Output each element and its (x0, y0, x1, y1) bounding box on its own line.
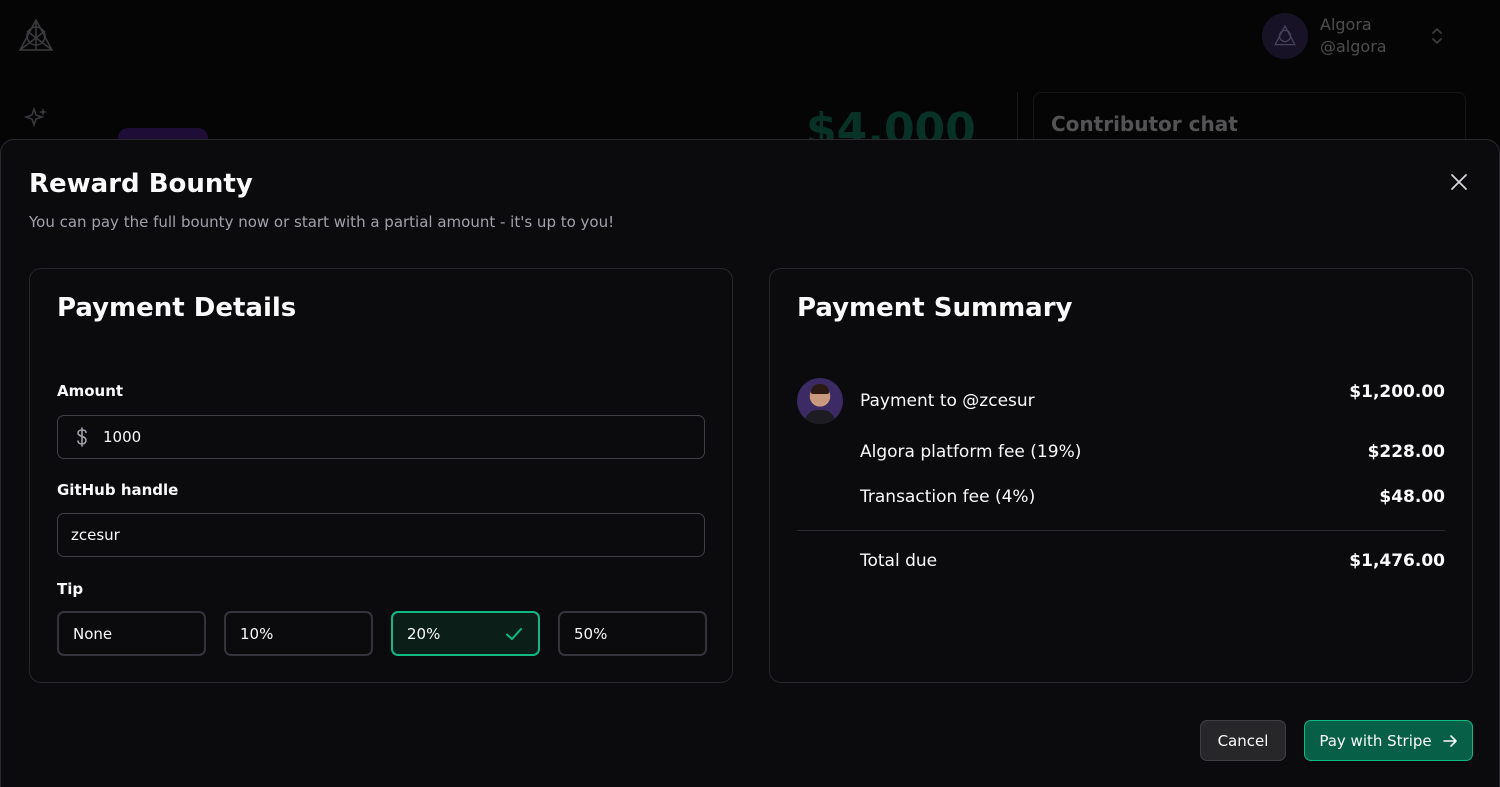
dollar-icon (77, 427, 87, 447)
close-icon (1451, 174, 1467, 190)
platform-fee-amount: $228.00 (1367, 442, 1445, 462)
summary-row-transaction-fee: Transaction fee (4%) $48.00 (797, 487, 1445, 507)
pay-with-stripe-button[interactable]: Pay with Stripe (1304, 720, 1473, 761)
summary-divider (797, 530, 1445, 531)
tip-option-none[interactable]: None (57, 611, 206, 656)
payment-summary-card: Payment Summary Payment to @zcesur $1,20… (769, 268, 1473, 683)
summary-row-platform-fee: Algora platform fee (19%) $228.00 (797, 442, 1445, 462)
cancel-button[interactable]: Cancel (1200, 720, 1286, 761)
background-chat-title: Contributor chat (1051, 112, 1238, 136)
transaction-fee-label: Transaction fee (4%) (860, 487, 1036, 507)
algora-avatar-icon (1274, 24, 1296, 46)
algora-logo-icon (18, 18, 54, 51)
tip-option-label: 20% (407, 624, 441, 643)
reward-bounty-dialog: Reward Bounty You can pay the full bount… (0, 139, 1500, 787)
chevron-up-down-icon[interactable] (1428, 24, 1446, 48)
total-due-label: Total due (860, 551, 938, 571)
close-button[interactable] (1447, 170, 1471, 194)
user-name: Algora (1320, 15, 1372, 34)
platform-fee-label: Algora platform fee (19%) (860, 442, 1082, 462)
amount-input[interactable]: 1000 (57, 415, 705, 459)
user-info: Algora @algora (1320, 14, 1387, 58)
recipient-label: Payment to @zcesur (860, 391, 1035, 411)
payment-details-title: Payment Details (57, 293, 297, 323)
tip-option-50[interactable]: 50% (558, 611, 707, 656)
summary-row-total: Total due $1,476.00 (797, 551, 1445, 571)
dialog-title: Reward Bounty (29, 169, 253, 199)
user-avatar (1262, 13, 1308, 59)
tip-option-20[interactable]: 20% (391, 611, 540, 656)
pay-button-label: Pay with Stripe (1319, 731, 1432, 750)
payment-details-card: Payment Details Amount 1000 GitHub handl… (29, 268, 733, 683)
github-handle-value: zcesur (71, 526, 120, 544)
sparkle-icon (24, 106, 47, 128)
recipient-avatar (797, 378, 843, 424)
cancel-button-label: Cancel (1217, 731, 1269, 750)
summary-row-recipient: Payment to @zcesur $1,200.00 (797, 378, 1445, 424)
tip-option-label: 10% (240, 624, 274, 643)
tip-option-label: None (73, 624, 113, 643)
transaction-fee-amount: $48.00 (1379, 487, 1445, 507)
tip-options: None 10% 20% 50% (57, 611, 707, 656)
amount-value: 1000 (103, 428, 142, 446)
payment-summary-title: Payment Summary (797, 293, 1073, 323)
tip-option-10[interactable]: 10% (224, 611, 373, 656)
check-icon (506, 627, 522, 640)
dialog-subtitle: You can pay the full bounty now or start… (29, 213, 615, 231)
github-handle-input[interactable]: zcesur (57, 513, 705, 557)
github-handle-label: GitHub handle (57, 481, 179, 499)
tip-label: Tip (57, 580, 84, 598)
user-menu[interactable]: Algora @algora (1262, 13, 1387, 59)
user-handle: @algora (1320, 37, 1387, 56)
total-due-amount: $1,476.00 (1349, 551, 1445, 571)
recipient-amount: $1,200.00 (1349, 382, 1445, 402)
amount-label: Amount (57, 382, 124, 400)
arrow-right-icon (1442, 734, 1457, 747)
tip-option-label: 50% (574, 624, 608, 643)
